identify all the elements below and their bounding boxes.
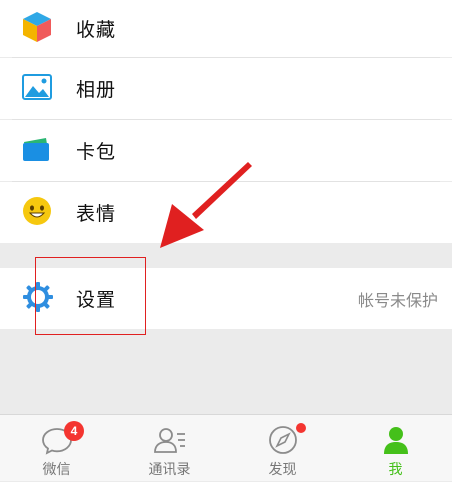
menu-label-settings: 设置 [76, 289, 117, 311]
menu-label-favorites: 收藏 [76, 19, 117, 41]
tab-discover[interactable]: 发现 [226, 415, 339, 482]
tab-label-me: 我 [388, 462, 403, 478]
menu-item-cards[interactable]: 卡包 [0, 120, 452, 181]
tab-label-chats: 微信 [42, 462, 71, 478]
smiley-face-icon [22, 196, 52, 230]
new-content-dot [296, 423, 306, 433]
album-picture-icon [22, 73, 52, 104]
menu-item-album[interactable]: 相册 [0, 58, 452, 119]
menu-label-album: 相册 [76, 79, 117, 101]
contacts-icon [153, 423, 187, 457]
settings-gear-icon [22, 281, 54, 317]
card-wallet-icon [22, 136, 50, 166]
bottom-tab-bar: 4 微信 通讯录 发现 我 [0, 414, 452, 481]
favorites-cube-icon [22, 11, 52, 47]
me-person-icon [379, 423, 413, 457]
unread-badge: 4 [64, 421, 84, 441]
menu-item-favorites[interactable]: 收藏 [0, 0, 452, 57]
tab-contacts[interactable]: 通讯录 [113, 415, 226, 482]
tab-chats[interactable]: 4 微信 [0, 415, 113, 482]
menu-label-cards: 卡包 [76, 141, 117, 163]
discover-compass-icon [266, 423, 300, 457]
menu-label-stickers: 表情 [76, 203, 117, 225]
menu-item-settings[interactable]: 设置 帐号未保护 [0, 268, 452, 329]
account-unprotected-hint: 帐号未保护 [357, 290, 438, 310]
tab-label-discover: 发现 [268, 462, 297, 478]
menu-item-stickers[interactable]: 表情 [0, 182, 452, 243]
tab-me[interactable]: 我 [339, 415, 452, 482]
tab-label-contacts: 通讯录 [148, 462, 191, 478]
